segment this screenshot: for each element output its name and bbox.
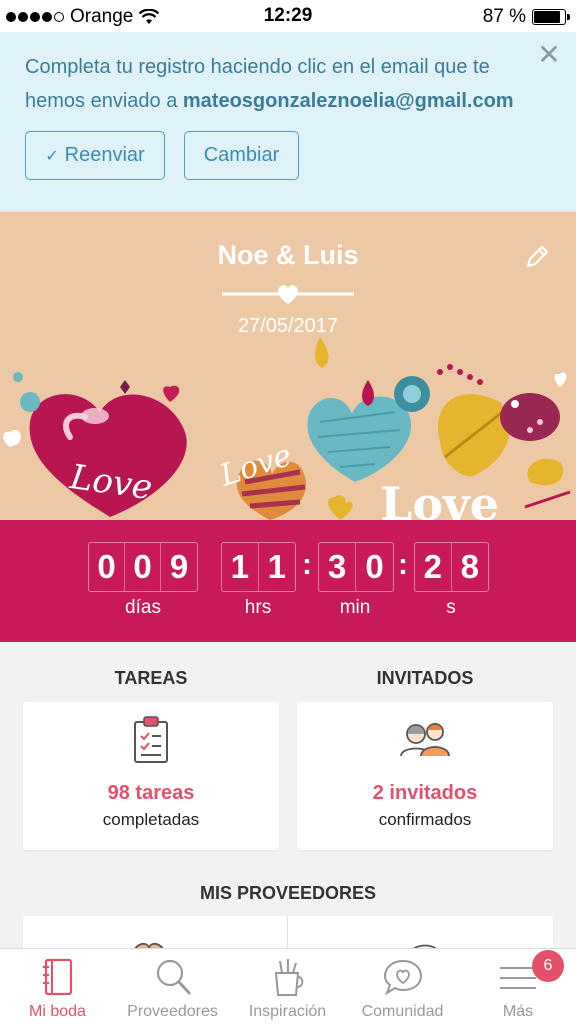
status-bar: Orange 12:29 87 % [0,0,576,32]
days-digit: 0 [89,543,125,591]
heart-divider-icon [222,285,354,304]
tab-proveedores[interactable]: Proveedores [115,949,230,1024]
pencil-icon[interactable] [522,242,552,272]
tasks-count: 98 tareas [107,782,195,804]
magnifier-icon [156,959,191,995]
chat-heart-icon [383,959,422,996]
resend-label: Reenviar [64,144,145,166]
couple-icon [400,723,450,757]
cup-icon [274,959,303,996]
wedding-countdown: 0 0 9 1 1 : 3 0 : 2 8 días hrs min s [0,520,576,642]
seconds-counter: 2 8 [414,542,489,592]
tasks-title: TAREAS [114,668,188,688]
hours-digit: 1 [222,543,259,591]
minutes-label: min [339,597,371,618]
close-banner-button[interactable]: ✕ [534,40,564,70]
time-separator: : [398,548,408,581]
notification-badge: 6 [532,950,564,982]
check-icon: ✓ [45,147,59,165]
tab-bar: Mi boda Proveedores Inspiración Comunida… [0,948,576,1024]
tasks-card[interactable]: 98 tareas completadas [23,702,279,850]
guests-title: INVITADOS [376,668,474,688]
days-digit: 0 [125,543,161,591]
love-illustration: Love Love Love [3,337,571,520]
vendors-title: MIS PROVEEDORES [199,883,377,903]
resend-button[interactable]: ✓ Reenviar [25,131,165,180]
minutes-digit: 0 [365,548,384,585]
banner-email: mateosgonzaleznoelia@gmail.com [182,90,514,112]
days-counter: 0 0 9 [88,542,198,592]
guests-count: 2 invitados [372,782,478,804]
minutes-digit: 3 [319,543,356,591]
hours-label: hrs [244,597,272,618]
wedding-hero: Noe & Luis 27/05/2017 Love Love Love [0,212,576,520]
battery-icon [532,9,570,25]
seconds-digit: 8 [460,548,479,585]
tab-inspiracion[interactable]: Inspiración [230,949,345,1024]
tab-comunidad[interactable]: Comunidad [345,949,460,1024]
svg-text:Love: Love [380,477,499,520]
clipboard-icon [134,716,168,763]
verify-email-banner: Completa tu registro haciendo clic en el… [0,32,576,212]
change-label: Cambiar [203,144,280,166]
minutes-counter: 3 0 [318,542,394,592]
seconds-label: s [446,597,456,618]
battery-percent: 87 % [482,6,526,27]
seconds-digit: 2 [415,543,452,591]
tab-label: Mi boda [29,1003,86,1020]
tab-label: Proveedores [127,1003,218,1020]
tasks-subtitle: completadas [102,810,200,829]
banner-message: Completa tu registro haciendo clic en el… [25,50,525,118]
guests-card[interactable]: 2 invitados confirmados [297,702,553,850]
tab-mi-boda[interactable]: Mi boda [0,949,115,1024]
notebook-icon [42,958,72,996]
time-separator: : [302,548,312,581]
days-label: días [125,597,161,618]
change-email-button[interactable]: Cambiar [184,131,299,180]
tab-label: Comunidad [361,1003,444,1020]
couple-names: Noe & Luis [217,240,359,270]
hours-digit: 1 [267,548,286,585]
hours-counter: 1 1 [221,542,296,592]
tab-label: Inspiración [248,1003,327,1020]
guests-subtitle: confirmados [378,810,472,829]
close-icon: ✕ [537,39,561,70]
days-digit: 9 [169,548,189,585]
tab-label: Más [502,1003,534,1020]
